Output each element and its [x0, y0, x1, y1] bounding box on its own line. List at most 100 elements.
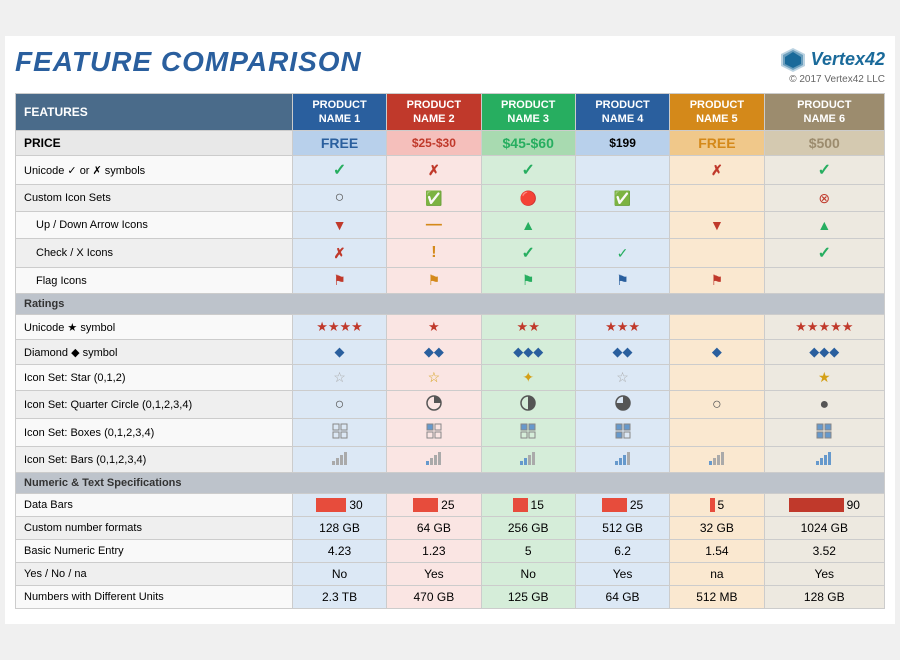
cell-iconsets-p6: ⊗ — [764, 185, 884, 212]
feature-check-x: Check / X Icons — [16, 239, 293, 268]
cell-diamond-p3: ◆◆◆ — [481, 340, 575, 365]
row-iconset-bars: Icon Set: Bars (0,1,2,3,4) — [16, 447, 885, 473]
cell-unicode-p2: ✗ — [387, 156, 481, 185]
cell-du-p6: 128 GB — [764, 586, 884, 609]
feature-unicode-symbols: Unicode ✓ or ✗ symbols — [16, 156, 293, 185]
price-p2: $25-$30 — [387, 131, 481, 156]
feature-basic-numeric: Basic Numeric Entry — [16, 540, 293, 563]
cell-cnf-p1: 128 GB — [292, 517, 386, 540]
cell-bn-p5: 1.54 — [670, 540, 764, 563]
cell-bn-p2: 1.23 — [387, 540, 481, 563]
price-p6: $500 — [764, 131, 884, 156]
cell-checkx-p5 — [670, 239, 764, 268]
cell-diamond-p4: ◆◆ — [575, 340, 669, 365]
row-iconset-qc: Icon Set: Quarter Circle (0,1,2,3,4) ○ — [16, 391, 885, 419]
logo-area: Vertex42 © 2017 Vertex42 LLC — [779, 46, 885, 85]
cell-flag-p1: ⚑ — [292, 268, 386, 294]
bar-p3 — [513, 498, 528, 512]
cell-flag-p5: ⚑ — [670, 268, 764, 294]
half-circle-icon — [520, 395, 536, 411]
cell-unicode-p1: ✓ — [292, 156, 386, 185]
cell-arrow-p2: — — [387, 212, 481, 239]
cell-yn-p2: Yes — [387, 563, 481, 586]
row-custom-number-formats: Custom number formats 128 GB 64 GB 256 G… — [16, 517, 885, 540]
cell-diamond-p5: ◆ — [670, 340, 764, 365]
cell-unicode-p3: ✓ — [481, 156, 575, 185]
cell-box-p5 — [670, 419, 764, 447]
bars-icon-4 — [816, 451, 832, 465]
bar-p5 — [710, 498, 715, 512]
cell-yn-p3: No — [481, 563, 575, 586]
cell-box-p6 — [764, 419, 884, 447]
cell-star-p3: ★★ — [481, 315, 575, 340]
cell-arrow-p6: ▲ — [764, 212, 884, 239]
cell-box-p1 — [292, 419, 386, 447]
cell-arrow-p5: ▼ — [670, 212, 764, 239]
col-p5-header: PRODUCTNAME 5 — [670, 93, 764, 131]
bars-icon-2 — [520, 451, 536, 465]
col-p3-header: PRODUCTNAME 3 — [481, 93, 575, 131]
cell-cnf-p2: 64 GB — [387, 517, 481, 540]
row-flag-icons: Flag Icons ⚑ ⚑ ⚑ ⚑ ⚑ — [16, 268, 885, 294]
cell-arrow-p1: ▼ — [292, 212, 386, 239]
cell-bn-p6: 3.52 — [764, 540, 884, 563]
three-quarter-circle-icon — [615, 395, 631, 411]
cell-iconsets-p2: ✅ — [387, 185, 481, 212]
row-yes-no: Yes / No / na No Yes No Yes na Yes — [16, 563, 885, 586]
price-p3: $45-$60 — [481, 131, 575, 156]
logo-text: Vertex42 — [811, 49, 885, 70]
feature-iconset-star: Icon Set: Star (0,1,2) — [16, 365, 293, 391]
cell-du-p1: 2.3 TB — [292, 586, 386, 609]
cell-db-p3: 15 — [481, 494, 575, 517]
cell-istar-p5 — [670, 365, 764, 391]
cell-star-p5 — [670, 315, 764, 340]
cell-checkx-p2: ! — [387, 239, 481, 268]
cell-bars-p1 — [292, 447, 386, 473]
cell-bars-p6 — [764, 447, 884, 473]
row-unicode-star: Unicode ★ symbol ★★★★ ★ ★★ ★★★ ★★★★★ — [16, 315, 885, 340]
row-custom-icon-sets: Custom Icon Sets ○ ✅ 🔴 ✅ ⊗ — [16, 185, 885, 212]
cell-bn-p3: 5 — [481, 540, 575, 563]
cell-qc-p2 — [387, 391, 481, 419]
comparison-table: FEATURES PRODUCTNAME 1 PRODUCTNAME 2 PRO… — [15, 93, 885, 610]
feature-unicode-star: Unicode ★ symbol — [16, 315, 293, 340]
cell-iconsets-p4: ✅ — [575, 185, 669, 212]
features-col-header: FEATURES — [16, 93, 293, 131]
cell-db-p1: 30 — [292, 494, 386, 517]
cell-star-p4: ★★★ — [575, 315, 669, 340]
price-p4: $199 — [575, 131, 669, 156]
section-numeric-header: Numeric & Text Specifications — [16, 473, 885, 494]
box-icon-0 — [332, 423, 348, 439]
cell-diamond-p1: ◆ — [292, 340, 386, 365]
cell-yn-p6: Yes — [764, 563, 884, 586]
quarter-circle-icon — [426, 395, 442, 411]
cell-bars-p2 — [387, 447, 481, 473]
feature-iconset-qc: Icon Set: Quarter Circle (0,1,2,3,4) — [16, 391, 293, 419]
cell-istar-p1: ☆ — [292, 365, 386, 391]
row-diff-units: Numbers with Different Units 2.3 TB 470 … — [16, 586, 885, 609]
cell-yn-p4: Yes — [575, 563, 669, 586]
feature-yes-no: Yes / No / na — [16, 563, 293, 586]
col-p1-header: PRODUCTNAME 1 — [292, 93, 386, 131]
bars-icon-0 — [332, 451, 348, 465]
cell-cnf-p6: 1024 GB — [764, 517, 884, 540]
col-p6-header: PRODUCTNAME 6 — [764, 93, 884, 131]
box-icon-1 — [426, 423, 442, 439]
page-title: FEATURE COMPARISON — [15, 46, 362, 78]
cell-box-p2 — [387, 419, 481, 447]
cell-unicode-p5: ✗ — [670, 156, 764, 185]
cell-star-p2: ★ — [387, 315, 481, 340]
copyright: © 2017 Vertex42 LLC — [779, 74, 885, 85]
feature-diamond: Diamond ◆ symbol — [16, 340, 293, 365]
cell-yn-p1: No — [292, 563, 386, 586]
cell-iconsets-p3: 🔴 — [481, 185, 575, 212]
cell-cnf-p5: 32 GB — [670, 517, 764, 540]
cell-qc-p4 — [575, 391, 669, 419]
cell-du-p2: 470 GB — [387, 586, 481, 609]
cell-flag-p4: ⚑ — [575, 268, 669, 294]
cell-arrow-p3: ▲ — [481, 212, 575, 239]
cell-flag-p6 — [764, 268, 884, 294]
cell-bars-p3 — [481, 447, 575, 473]
price-label: PRICE — [16, 131, 293, 156]
feature-custom-number-formats: Custom number formats — [16, 517, 293, 540]
